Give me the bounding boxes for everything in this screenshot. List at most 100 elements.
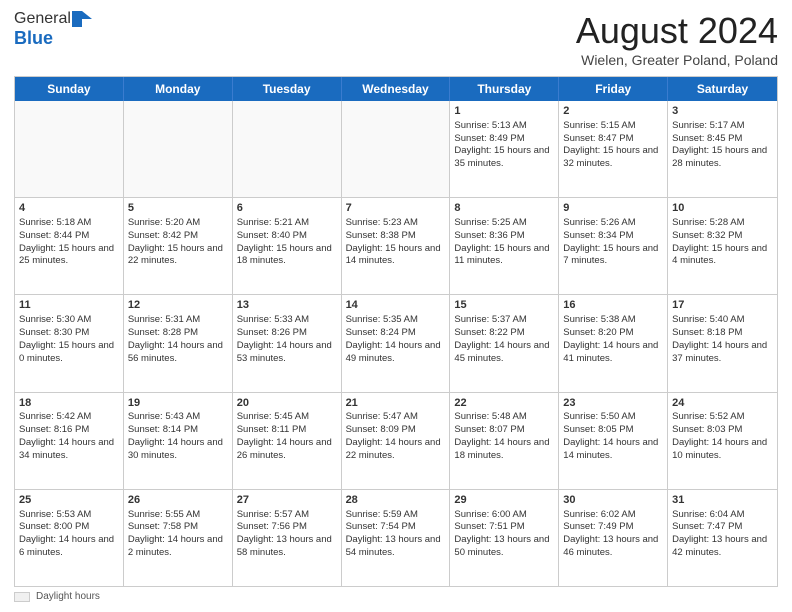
- day-info: Daylight: 14 hours and 45 minutes.: [454, 340, 554, 366]
- day-info: Sunrise: 5:21 AM: [237, 217, 337, 230]
- logo-bird-icon: [72, 11, 92, 27]
- day-info: Daylight: 13 hours and 46 minutes.: [563, 534, 663, 560]
- month-title: August 2024: [576, 10, 778, 52]
- day-header-saturday: Saturday: [668, 77, 777, 101]
- cal-cell-1-7: 3Sunrise: 5:17 AMSunset: 8:45 PMDaylight…: [668, 101, 777, 197]
- day-info: Sunset: 7:58 PM: [128, 521, 228, 534]
- day-info: Sunrise: 5:31 AM: [128, 314, 228, 327]
- day-info: Daylight: 15 hours and 28 minutes.: [672, 145, 773, 171]
- day-info: Sunset: 8:45 PM: [672, 133, 773, 146]
- cal-cell-1-2: [124, 101, 233, 197]
- day-info: Sunset: 8:34 PM: [563, 230, 663, 243]
- day-info: Sunrise: 5:42 AM: [19, 411, 119, 424]
- day-info: Daylight: 14 hours and 6 minutes.: [19, 534, 119, 560]
- day-number: 22: [454, 396, 554, 411]
- cal-cell-3-3: 13Sunrise: 5:33 AMSunset: 8:26 PMDayligh…: [233, 295, 342, 391]
- day-info: Sunrise: 5:59 AM: [346, 509, 446, 522]
- calendar: SundayMondayTuesdayWednesdayThursdayFrid…: [14, 76, 778, 587]
- day-info: Sunset: 8:40 PM: [237, 230, 337, 243]
- cal-cell-1-3: [233, 101, 342, 197]
- day-info: Sunset: 8:49 PM: [454, 133, 554, 146]
- cal-cell-4-6: 23Sunrise: 5:50 AMSunset: 8:05 PMDayligh…: [559, 393, 668, 489]
- day-info: Daylight: 14 hours and 30 minutes.: [128, 437, 228, 463]
- day-number: 1: [454, 104, 554, 119]
- day-number: 3: [672, 104, 773, 119]
- day-info: Daylight: 14 hours and 18 minutes.: [454, 437, 554, 463]
- day-info: Sunrise: 5:40 AM: [672, 314, 773, 327]
- day-number: 10: [672, 201, 773, 216]
- day-number: 31: [672, 493, 773, 508]
- cal-cell-2-7: 10Sunrise: 5:28 AMSunset: 8:32 PMDayligh…: [668, 198, 777, 294]
- day-number: 28: [346, 493, 446, 508]
- calendar-header: SundayMondayTuesdayWednesdayThursdayFrid…: [15, 77, 777, 101]
- day-info: Sunset: 8:24 PM: [346, 327, 446, 340]
- day-info: Daylight: 15 hours and 18 minutes.: [237, 243, 337, 269]
- day-header-friday: Friday: [559, 77, 668, 101]
- day-header-monday: Monday: [124, 77, 233, 101]
- logo: General Blue: [14, 10, 92, 49]
- cal-cell-4-2: 19Sunrise: 5:43 AMSunset: 8:14 PMDayligh…: [124, 393, 233, 489]
- day-info: Sunrise: 5:45 AM: [237, 411, 337, 424]
- cal-cell-5-3: 27Sunrise: 5:57 AMSunset: 7:56 PMDayligh…: [233, 490, 342, 586]
- day-info: Sunset: 7:56 PM: [237, 521, 337, 534]
- day-number: 30: [563, 493, 663, 508]
- daylight-label: Daylight hours: [36, 591, 100, 602]
- day-info: Sunset: 8:07 PM: [454, 424, 554, 437]
- day-info: Sunset: 8:38 PM: [346, 230, 446, 243]
- day-info: Sunrise: 5:28 AM: [672, 217, 773, 230]
- day-number: 9: [563, 201, 663, 216]
- day-info: Sunrise: 5:38 AM: [563, 314, 663, 327]
- logo-blue-text: Blue: [14, 28, 53, 48]
- cal-cell-2-5: 8Sunrise: 5:25 AMSunset: 8:36 PMDaylight…: [450, 198, 559, 294]
- day-info: Sunset: 8:42 PM: [128, 230, 228, 243]
- day-number: 20: [237, 396, 337, 411]
- week-row-2: 4Sunrise: 5:18 AMSunset: 8:44 PMDaylight…: [15, 198, 777, 295]
- day-info: Sunrise: 5:17 AM: [672, 120, 773, 133]
- day-info: Daylight: 15 hours and 14 minutes.: [346, 243, 446, 269]
- cal-cell-5-7: 31Sunrise: 6:04 AMSunset: 7:47 PMDayligh…: [668, 490, 777, 586]
- cal-cell-5-4: 28Sunrise: 5:59 AMSunset: 7:54 PMDayligh…: [342, 490, 451, 586]
- week-row-3: 11Sunrise: 5:30 AMSunset: 8:30 PMDayligh…: [15, 295, 777, 392]
- cal-cell-1-1: [15, 101, 124, 197]
- page: General Blue August 2024 Wielen, Greater…: [0, 0, 792, 612]
- day-number: 8: [454, 201, 554, 216]
- day-info: Daylight: 15 hours and 35 minutes.: [454, 145, 554, 171]
- cal-cell-2-4: 7Sunrise: 5:23 AMSunset: 8:38 PMDaylight…: [342, 198, 451, 294]
- day-number: 14: [346, 298, 446, 313]
- day-number: 13: [237, 298, 337, 313]
- day-info: Daylight: 14 hours and 34 minutes.: [19, 437, 119, 463]
- cal-cell-3-6: 16Sunrise: 5:38 AMSunset: 8:20 PMDayligh…: [559, 295, 668, 391]
- cal-cell-5-5: 29Sunrise: 6:00 AMSunset: 7:51 PMDayligh…: [450, 490, 559, 586]
- day-info: Daylight: 15 hours and 32 minutes.: [563, 145, 663, 171]
- daylight-legend-box: [14, 592, 30, 602]
- day-info: Daylight: 14 hours and 14 minutes.: [563, 437, 663, 463]
- calendar-body: 1Sunrise: 5:13 AMSunset: 8:49 PMDaylight…: [15, 101, 777, 586]
- day-info: Sunset: 8:00 PM: [19, 521, 119, 534]
- day-number: 7: [346, 201, 446, 216]
- day-info: Sunrise: 5:20 AM: [128, 217, 228, 230]
- location: Wielen, Greater Poland, Poland: [576, 52, 778, 68]
- week-row-5: 25Sunrise: 5:53 AMSunset: 8:00 PMDayligh…: [15, 490, 777, 586]
- day-number: 15: [454, 298, 554, 313]
- day-info: Sunrise: 5:55 AM: [128, 509, 228, 522]
- day-info: Sunset: 8:03 PM: [672, 424, 773, 437]
- day-info: Sunset: 8:09 PM: [346, 424, 446, 437]
- day-number: 29: [454, 493, 554, 508]
- day-info: Sunset: 8:20 PM: [563, 327, 663, 340]
- day-info: Daylight: 13 hours and 54 minutes.: [346, 534, 446, 560]
- cal-cell-3-2: 12Sunrise: 5:31 AMSunset: 8:28 PMDayligh…: [124, 295, 233, 391]
- day-header-wednesday: Wednesday: [342, 77, 451, 101]
- day-info: Sunrise: 5:30 AM: [19, 314, 119, 327]
- day-header-thursday: Thursday: [450, 77, 559, 101]
- cal-cell-4-5: 22Sunrise: 5:48 AMSunset: 8:07 PMDayligh…: [450, 393, 559, 489]
- day-info: Sunrise: 6:02 AM: [563, 509, 663, 522]
- day-info: Sunset: 7:54 PM: [346, 521, 446, 534]
- day-info: Daylight: 15 hours and 7 minutes.: [563, 243, 663, 269]
- day-info: Sunrise: 5:37 AM: [454, 314, 554, 327]
- day-info: Sunrise: 5:13 AM: [454, 120, 554, 133]
- cal-cell-1-5: 1Sunrise: 5:13 AMSunset: 8:49 PMDaylight…: [450, 101, 559, 197]
- cal-cell-5-2: 26Sunrise: 5:55 AMSunset: 7:58 PMDayligh…: [124, 490, 233, 586]
- cal-cell-5-1: 25Sunrise: 5:53 AMSunset: 8:00 PMDayligh…: [15, 490, 124, 586]
- day-info: Sunrise: 5:43 AM: [128, 411, 228, 424]
- header: General Blue August 2024 Wielen, Greater…: [14, 10, 778, 68]
